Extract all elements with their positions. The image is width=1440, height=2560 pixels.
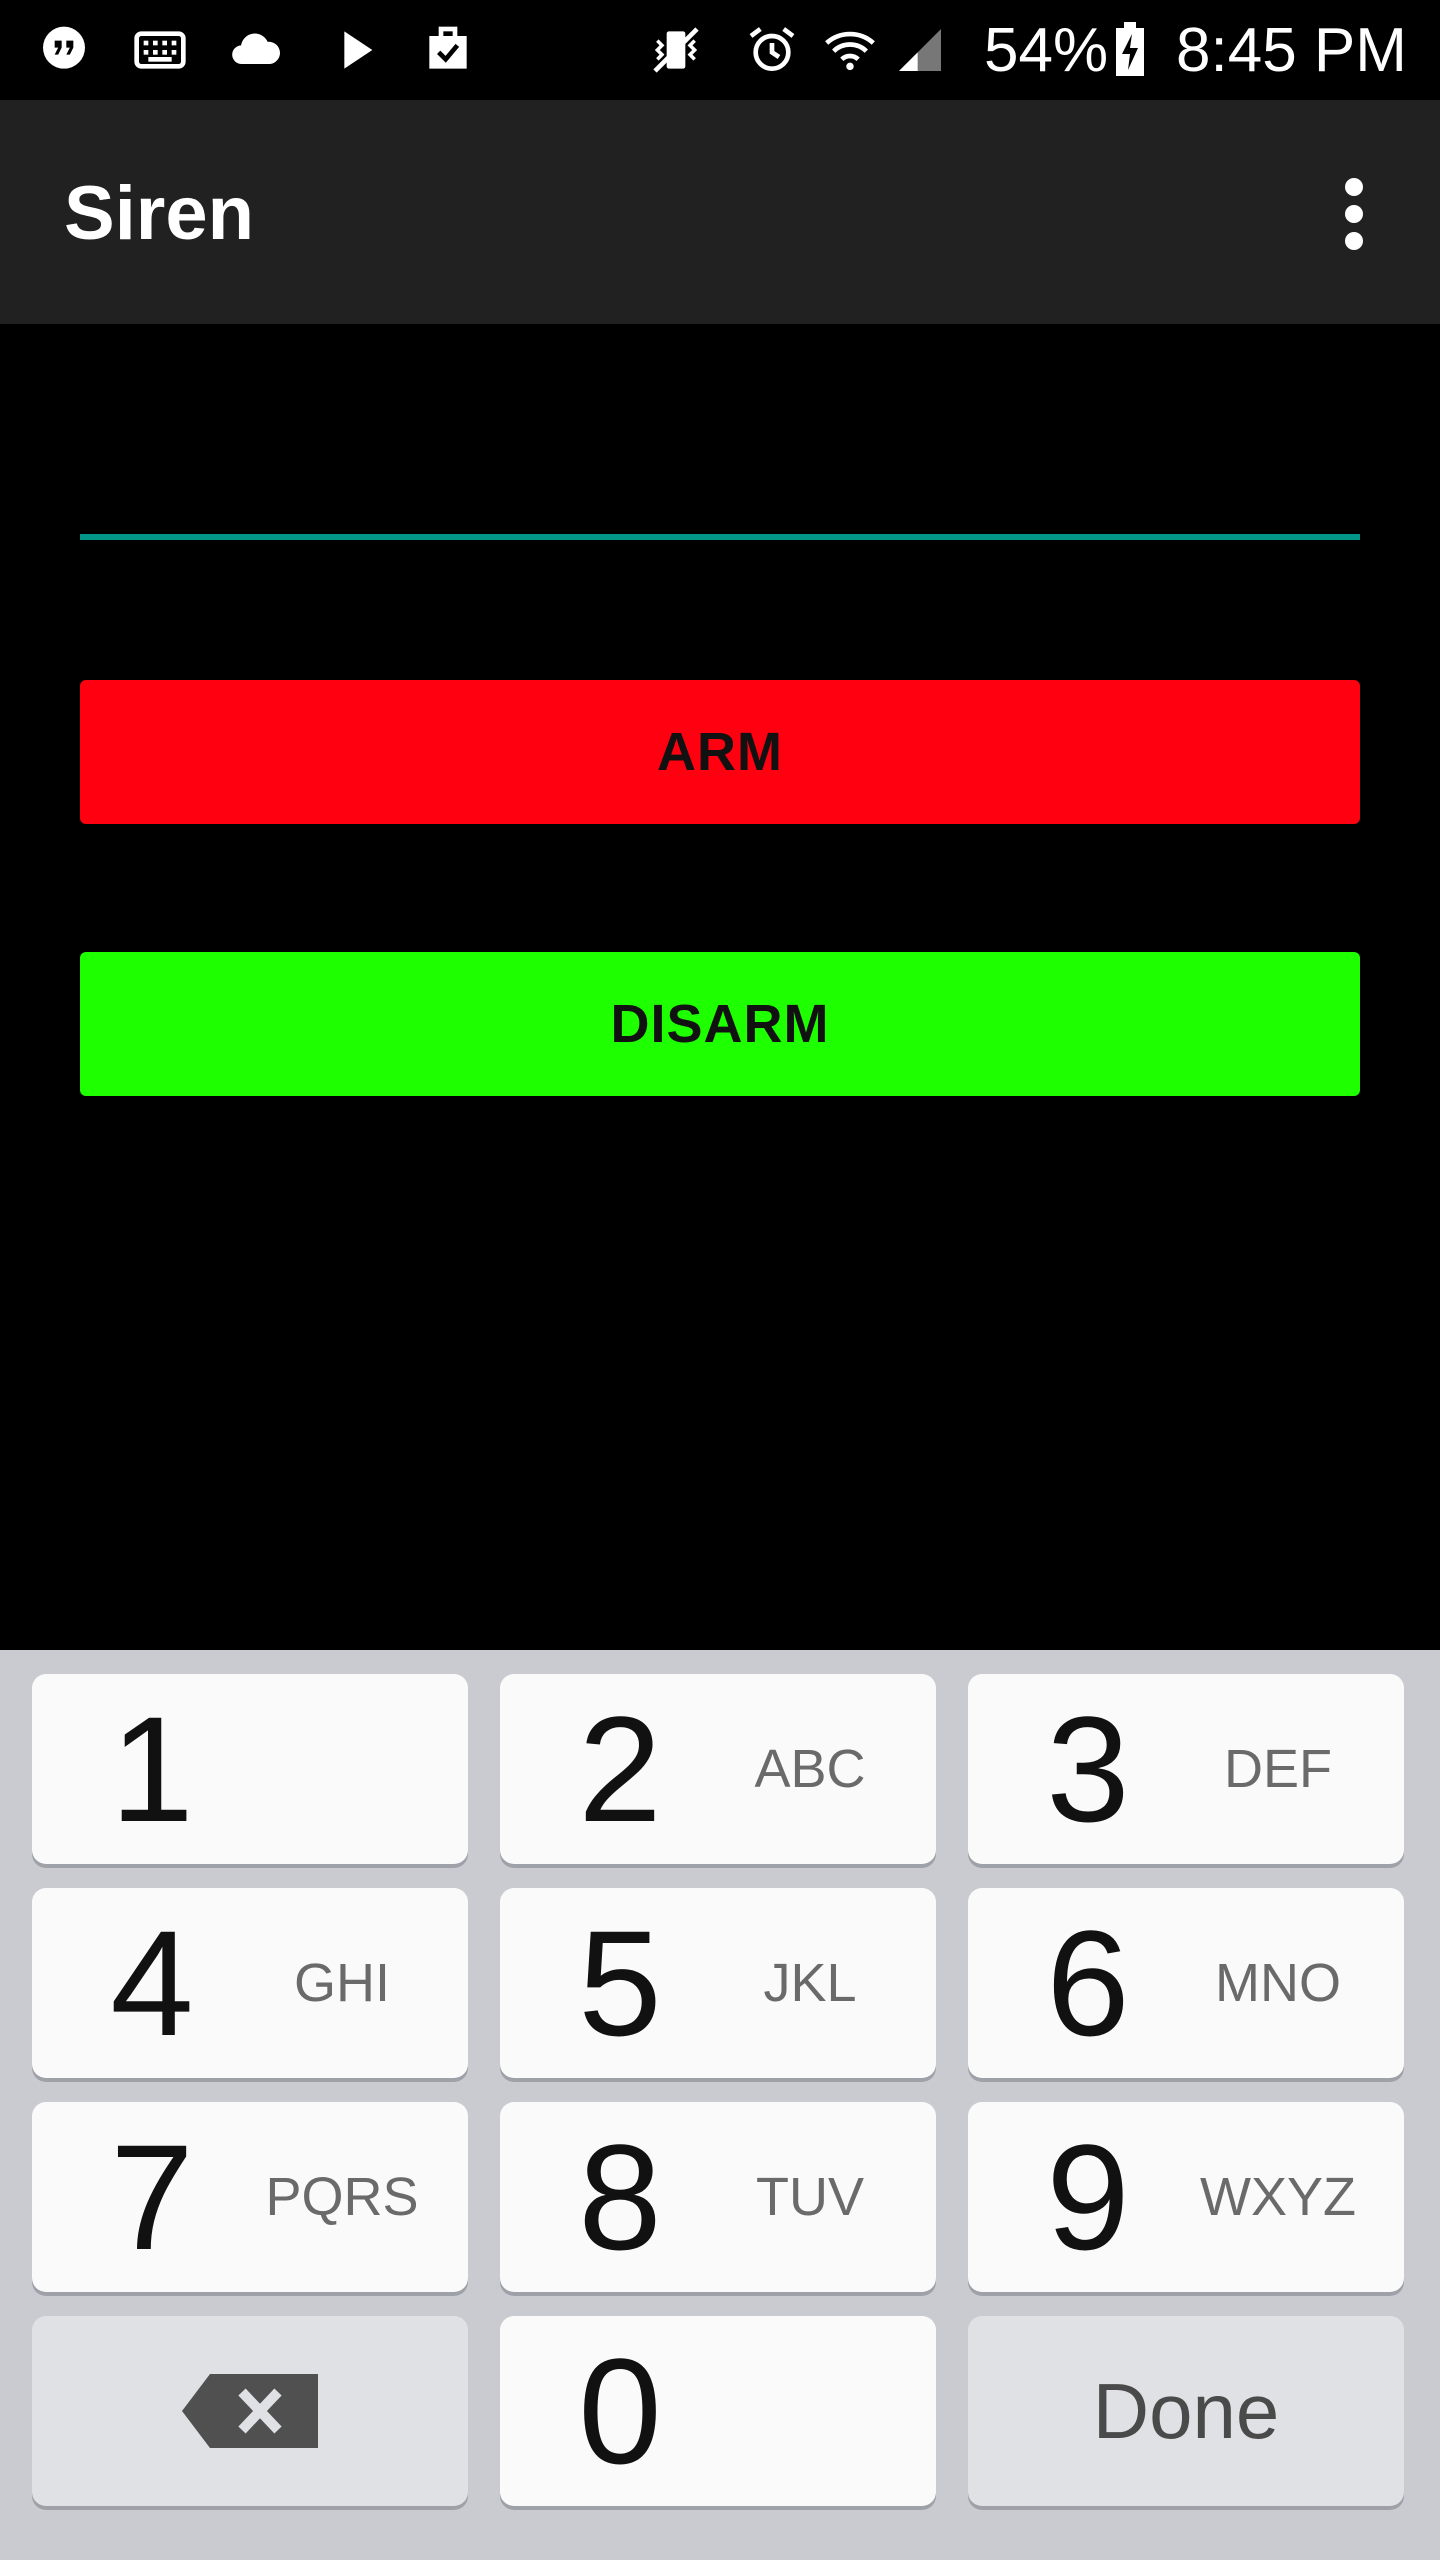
key-letters: JKL (763, 1953, 857, 2013)
key-5[interactable]: 5 JKL (500, 1888, 936, 2078)
hangouts-icon (36, 22, 92, 78)
key-letters: TUV (756, 2167, 864, 2227)
signal-icon (892, 22, 948, 78)
battery-percent: 54% (984, 16, 1109, 85)
clipboard-check-icon (420, 22, 476, 78)
keyboard-icon (132, 22, 188, 78)
key-4[interactable]: 4 GHI (32, 1888, 468, 2078)
key-7[interactable]: 7 PQRS (32, 2102, 468, 2292)
screen: 54% 8:45 PM Siren ARM DISARM 1 2 ABC 3 D… (0, 0, 1440, 2560)
play-store-icon (328, 22, 384, 78)
arm-button[interactable]: ARM (80, 680, 1360, 824)
arm-button-label: ARM (657, 722, 783, 782)
backspace-icon (182, 2374, 318, 2448)
cloud-icon (228, 22, 284, 78)
disarm-button-label: DISARM (610, 994, 830, 1054)
key-letters: WXYZ (1200, 2167, 1356, 2227)
code-input[interactable] (80, 420, 1360, 540)
key-letters: ABC (754, 1739, 866, 1799)
overflow-menu-button[interactable] (1304, 164, 1404, 264)
key-3[interactable]: 3 DEF (968, 1674, 1404, 1864)
key-letters (232, 1674, 452, 1864)
status-time: 8:45 PM (1176, 16, 1407, 85)
backspace-key[interactable] (32, 2316, 468, 2506)
battery-charging-icon (1108, 22, 1152, 78)
key-6[interactable]: 6 MNO (968, 1888, 1404, 2078)
more-vert-icon (1345, 178, 1363, 250)
done-key[interactable]: Done (968, 2316, 1404, 2506)
numeric-keypad: 1 2 ABC 3 DEF 4 GHI 5 JKL 6 MNO 7 PQRS 8… (0, 1650, 1440, 2560)
key-8[interactable]: 8 TUV (500, 2102, 936, 2292)
key-letters: MNO (1215, 1953, 1341, 2013)
key-letters (700, 2316, 920, 2506)
key-letters: GHI (293, 1953, 390, 2013)
key-letters: PQRS (265, 2167, 419, 2227)
key-letters: DEF (1224, 1739, 1332, 1799)
vibrate-icon (648, 22, 704, 78)
wifi-icon (822, 22, 878, 78)
key-1[interactable]: 1 (32, 1674, 468, 1864)
key-0[interactable]: 0 (500, 2316, 936, 2506)
code-input-underline (80, 534, 1360, 540)
key-2[interactable]: 2 ABC (500, 1674, 936, 1864)
done-key-label: Done (1092, 2366, 1280, 2455)
alarm-icon (744, 22, 800, 78)
key-9[interactable]: 9 WXYZ (968, 2102, 1404, 2292)
app-title: Siren (64, 171, 255, 256)
status-bar: 54% 8:45 PM (0, 0, 1440, 100)
disarm-button[interactable]: DISARM (80, 952, 1360, 1096)
app-bar: Siren (0, 100, 1440, 324)
